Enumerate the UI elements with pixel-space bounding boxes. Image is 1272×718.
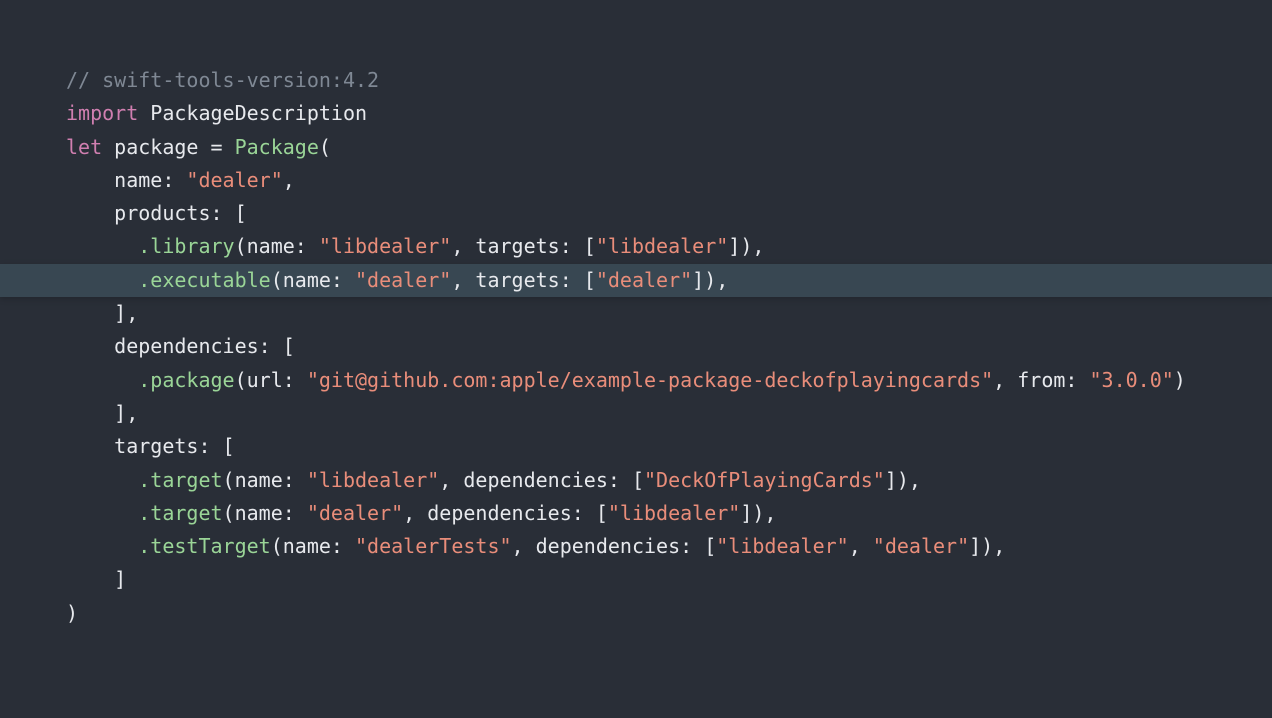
code-line: products: [ xyxy=(0,197,1272,230)
code-token xyxy=(66,234,138,258)
code-line: import PackageDescription xyxy=(0,97,1272,130)
code-line-highlighted: .executable(name: "dealer", targets: ["d… xyxy=(0,264,1272,297)
code-token: "3.0.0" xyxy=(1090,368,1174,392)
code-token: "libdealer" xyxy=(319,234,451,258)
code-token: , targets: [ xyxy=(451,268,596,292)
code-token: (name: xyxy=(235,234,319,258)
code-token: PackageDescription xyxy=(138,101,367,125)
code-token: ]), xyxy=(692,268,728,292)
code-token xyxy=(66,534,138,558)
code-line: .target(name: "dealer", dependencies: ["… xyxy=(0,497,1272,530)
code-line: ) xyxy=(0,597,1272,630)
code-token: "libdealer" xyxy=(307,468,439,492)
code-token: let xyxy=(66,135,102,159)
code-line: targets: [ xyxy=(0,430,1272,463)
code-token: , dependencies: [ xyxy=(512,534,717,558)
code-token: Package xyxy=(235,135,319,159)
code-token: "libdealer" xyxy=(716,534,848,558)
code-line: ], xyxy=(0,397,1272,430)
code-token: "dealerTests" xyxy=(355,534,512,558)
code-token: ]), xyxy=(885,468,921,492)
code-token: .target xyxy=(138,501,222,525)
code-block: // swift-tools-version:4.2 import Package… xyxy=(0,0,1272,630)
code-token: "DeckOfPlayingCards" xyxy=(644,468,885,492)
code-line: ], xyxy=(0,297,1272,330)
code-token: , dependencies: [ xyxy=(403,501,608,525)
code-token: .target xyxy=(138,468,222,492)
code-token: dependencies: [ xyxy=(66,334,295,358)
code-token: (url: xyxy=(235,368,307,392)
code-token: products: [ xyxy=(66,201,247,225)
code-token: , xyxy=(849,534,873,558)
code-token xyxy=(66,368,138,392)
code-line: .package(url: "git@github.com:apple/exam… xyxy=(0,364,1272,397)
code-line: .testTarget(name: "dealerTests", depende… xyxy=(0,530,1272,563)
code-token: (name: xyxy=(271,268,355,292)
code-line: let package = Package( xyxy=(0,131,1272,164)
code-line: dependencies: [ xyxy=(0,330,1272,363)
code-line: .target(name: "libdealer", dependencies:… xyxy=(0,464,1272,497)
code-token: , targets: [ xyxy=(451,234,596,258)
code-line: ] xyxy=(0,563,1272,596)
code-token: (name: xyxy=(271,534,355,558)
code-token: ) xyxy=(1174,368,1186,392)
code-line: // swift-tools-version:4.2 xyxy=(0,64,1272,97)
code-token: import xyxy=(66,101,138,125)
code-token: , xyxy=(283,168,295,192)
code-token xyxy=(66,268,138,292)
code-token: "dealer" xyxy=(307,501,403,525)
code-token: .package xyxy=(138,368,234,392)
code-token: package = xyxy=(102,135,234,159)
code-token: (name: xyxy=(223,468,307,492)
code-line: name: "dealer", xyxy=(0,164,1272,197)
code-token: ]), xyxy=(740,501,776,525)
code-token: , dependencies: [ xyxy=(439,468,644,492)
code-token: .library xyxy=(138,234,234,258)
code-token xyxy=(66,468,138,492)
code-token: "dealer" xyxy=(596,268,692,292)
code-token: ( xyxy=(319,135,331,159)
code-token: (name: xyxy=(223,501,307,525)
code-token xyxy=(66,501,138,525)
code-line: .library(name: "libdealer", targets: ["l… xyxy=(0,230,1272,263)
code-token: ]), xyxy=(728,234,764,258)
code-token: // swift-tools-version:4.2 xyxy=(66,68,379,92)
code-token: ], xyxy=(66,401,138,425)
code-token: "dealer" xyxy=(355,268,451,292)
code-token: .executable xyxy=(138,268,270,292)
code-token: "libdealer" xyxy=(596,234,728,258)
code-token: , from: xyxy=(993,368,1089,392)
code-token: "libdealer" xyxy=(608,501,740,525)
code-token: "dealer" xyxy=(186,168,282,192)
code-token: name: xyxy=(66,168,186,192)
code-token: ]), xyxy=(969,534,1005,558)
code-token: ] xyxy=(66,567,126,591)
code-token: ) xyxy=(66,601,78,625)
code-token: "git@github.com:apple/example-package-de… xyxy=(307,368,993,392)
code-token: ], xyxy=(66,301,138,325)
code-token: targets: [ xyxy=(66,434,235,458)
code-token: .testTarget xyxy=(138,534,270,558)
code-token: "dealer" xyxy=(873,534,969,558)
